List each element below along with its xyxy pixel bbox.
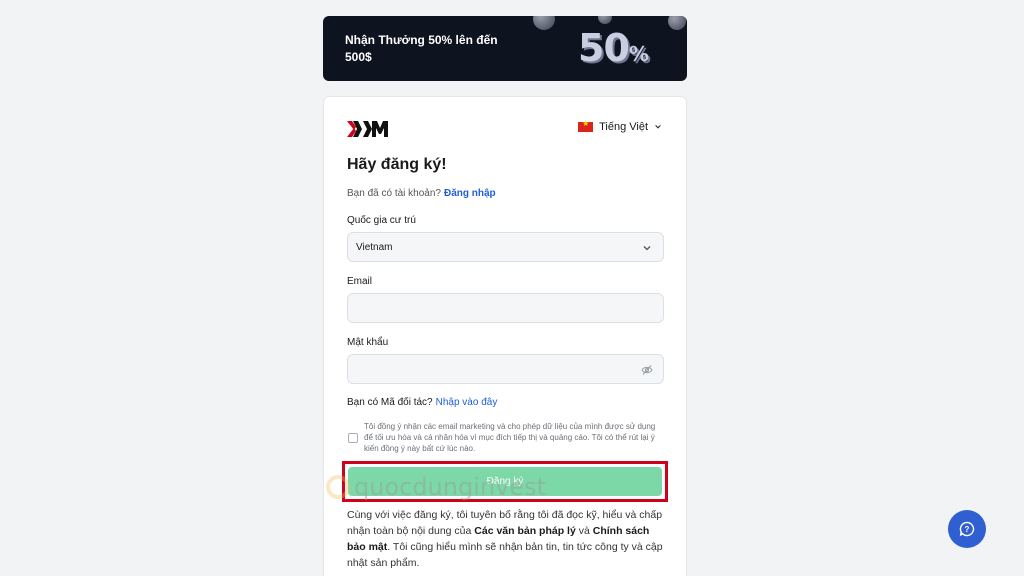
chat-help-icon: ? [959,521,975,537]
partner-code-link[interactable]: Nhập vào đây [436,397,498,408]
legal-text: Cùng với việc đăng ký, tôi tuyên bố rằng… [347,507,667,571]
country-select[interactable]: Vietnam [347,232,664,262]
vietnam-flag-icon [578,119,594,132]
email-label: Email [347,276,373,287]
banner-text: Nhận Thưởng 50% lên đến 500$ [345,33,498,64]
language-label: Tiếng Việt [599,121,648,133]
banner-big-number: 50% [578,26,649,70]
chevron-down-icon [643,246,651,251]
partner-code-row: Bạn có Mã đối tác? Nhập vào đây [347,397,497,408]
consent-text: Tôi đồng ý nhận các email marketing và c… [364,422,656,453]
svg-text:?: ? [965,525,970,534]
legal-documents-link[interactable]: Các văn bản pháp lý [474,525,576,537]
legal-part2: và [578,525,590,537]
country-label: Quốc gia cư trú [347,215,416,226]
have-account-text: Bạn đã có tài khoản? Đăng nhập [347,188,496,199]
page-title: Hãy đăng ký! [347,156,447,173]
password-label: Mật khẩu [347,337,389,348]
highlight-box: Đăng ký [342,461,668,502]
register-button[interactable]: Đăng ký [348,467,662,496]
partner-question: Bạn có Mã đối tác? [347,397,433,408]
password-field[interactable] [347,354,664,384]
have-account-label: Bạn đã có tài khoản? [347,188,441,199]
coin-decoration [598,16,612,24]
coin-decoration [533,16,555,30]
country-value: Vietnam [356,242,393,253]
banner-big-suffix: % [628,42,649,66]
coin-decoration [668,16,686,30]
help-chat-button[interactable]: ? [948,510,986,548]
xm-logo [347,121,388,137]
legal-part3: . Tôi cũng hiểu mình sẽ nhận bản tin, ti… [347,541,663,569]
signup-card: Tiếng Việt Hãy đăng ký! Bạn đã có tài kh… [323,96,687,576]
email-field[interactable] [347,293,664,323]
eye-off-icon[interactable] [641,364,653,376]
language-selector[interactable]: Tiếng Việt [578,119,662,133]
login-link[interactable]: Đăng nhập [444,188,496,199]
chevron-down-icon [655,125,661,129]
consent-checkbox[interactable] [348,433,358,443]
promo-banner[interactable]: Nhận Thưởng 50% lên đến 500$ 50% [323,16,687,81]
banner-big-value: 50 [578,26,630,70]
